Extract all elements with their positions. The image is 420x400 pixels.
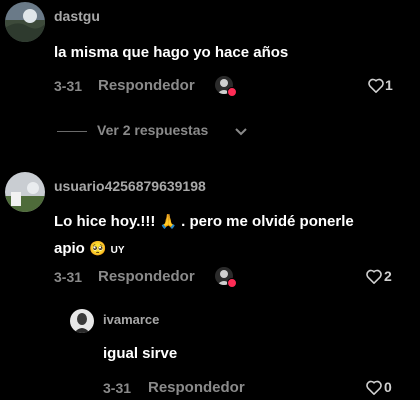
heart-outline-icon: [366, 380, 382, 395]
view-replies-label: Ver 2 respuestas: [97, 122, 209, 138]
avatar-image: [70, 309, 94, 333]
comment-tag: UY: [110, 245, 125, 256]
reply-button[interactable]: Respondedor: [98, 268, 195, 285]
comment-text-part: . pero me olvidé ponerle: [181, 213, 354, 230]
comment-username[interactable]: usuario4256879639198: [54, 178, 206, 194]
like-button[interactable]: 1: [368, 77, 398, 95]
comment-text: la misma que hago yo hace años: [54, 44, 289, 61]
chevron-down-icon: [235, 128, 247, 136]
like-count: 1: [385, 77, 393, 93]
comment-text-part: Lo hice hoy.!!!: [54, 213, 156, 230]
comment-text: Lo hice hoy.!!! 🙏 . pero me olvidé poner…: [54, 208, 404, 264]
avatar[interactable]: [70, 309, 94, 333]
heart-badge-icon: [227, 87, 237, 97]
pleading-face-emoji-icon: 🥺: [89, 240, 107, 256]
avatar-image: [5, 2, 45, 42]
avatar[interactable]: [5, 2, 45, 42]
view-replies-button[interactable]: Ver 2 respuestas: [57, 122, 257, 142]
comment-text-part: apio: [54, 240, 85, 257]
creator-reaction: [215, 76, 239, 98]
reply-button[interactable]: Respondedor: [148, 379, 245, 396]
divider-line: [57, 131, 87, 132]
avatar[interactable]: [5, 172, 45, 212]
reply-username[interactable]: ivamarce: [103, 312, 159, 327]
comment-date: 3-31: [54, 269, 83, 285]
heart-outline-icon: [368, 78, 384, 93]
comment-date: 3-31: [54, 78, 83, 94]
reply-button[interactable]: Respondedor: [98, 77, 195, 94]
pray-emoji-icon: 🙏: [159, 213, 177, 229]
like-count: 2: [384, 268, 392, 284]
heart-outline-icon: [366, 269, 382, 284]
comment-username[interactable]: dastgu: [54, 8, 100, 24]
creator-reaction: [215, 267, 239, 289]
reply-date: 3-31: [103, 380, 132, 396]
reply-text: igual sirve: [103, 345, 178, 362]
like-button[interactable]: 0: [366, 379, 398, 397]
heart-badge-icon: [227, 278, 237, 288]
like-count: 0: [384, 379, 392, 395]
avatar-image: [5, 172, 45, 212]
like-button[interactable]: 2: [366, 268, 398, 286]
